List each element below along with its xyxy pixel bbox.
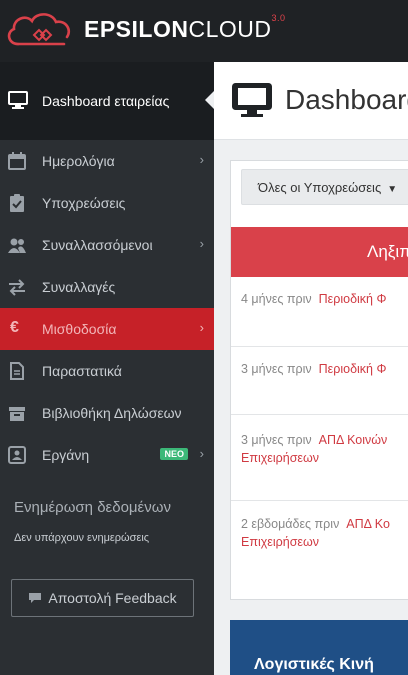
brand-name-bold: EPSILON	[84, 16, 189, 42]
users-icon	[8, 238, 26, 253]
sidebar-item-label: Μισθοδοσία	[42, 321, 117, 337]
page-header: Dashboard	[214, 62, 408, 140]
sidebar-item-label: Παραστατικά	[42, 363, 122, 379]
id-card-icon	[8, 446, 26, 464]
data-update-title: Ενημέρωση δεδομένων	[14, 499, 171, 516]
sidebar-item-transactions[interactable]: Συναλλαγές	[0, 266, 214, 308]
item-time: 3 μήνες πριν	[241, 433, 312, 447]
sidebar-item-declarations-library[interactable]: Βιβλιοθήκη Δηλώσεων	[0, 392, 214, 434]
monitor-icon	[232, 83, 272, 117]
feedback-button-label: Αποστολή Feedback	[48, 590, 177, 606]
panel-title: Λογιστικές Κινή	[254, 656, 374, 673]
document-icon	[10, 362, 24, 380]
item-link[interactable]: ΑΠΔ Κο	[346, 517, 390, 531]
list-item[interactable]: 4 μήνες πριν Περιοδική Φ	[231, 277, 408, 347]
new-badge: ΝΕΟ	[160, 448, 188, 460]
brand-name-regular: CLOUD	[188, 16, 272, 42]
sidebar-item-label: Υποχρεώσεις	[42, 195, 126, 211]
sidebar-item-label: Dashboard εταιρείας	[42, 93, 170, 109]
sidebar-item-calendars[interactable]: Ημερολόγια ›	[0, 140, 214, 182]
item-link[interactable]: Περιοδική Φ	[319, 292, 387, 306]
active-indicator	[205, 91, 214, 109]
item-link[interactable]: Περιοδική Φ	[319, 362, 387, 376]
sidebar-item-dashboard[interactable]: Dashboard εταιρείας	[0, 62, 214, 140]
archive-icon	[9, 407, 25, 421]
item-link-continued[interactable]: Επιχειρήσεων	[241, 451, 319, 465]
chevron-right-icon: ›	[199, 236, 204, 251]
sidebar: Dashboard εταιρείας Ημερολόγια › Υποχρεώ…	[0, 62, 221, 675]
brand-version: 3.0	[271, 13, 286, 23]
panel-header: Ληξιπ	[231, 227, 408, 277]
item-link-continued[interactable]: Επιχειρήσεων	[241, 535, 319, 549]
sidebar-item-ergani[interactable]: Εργάνη ΝΕΟ ›	[0, 434, 214, 476]
chevron-right-icon: ›	[199, 446, 204, 461]
item-time: 3 μήνες πριν	[241, 362, 312, 376]
chevron-right-icon: ›	[199, 152, 204, 167]
sidebar-item-label: Συναλλαγές	[42, 279, 116, 295]
sidebar-item-label: Βιβλιοθήκη Δηλώσεων	[42, 405, 182, 421]
sidebar-item-label: Ημερολόγια	[42, 153, 115, 169]
clipboard-check-icon	[10, 194, 24, 212]
accounting-movements-panel: Λογιστικές Κινή	[230, 620, 408, 675]
feedback-button[interactable]: Αποστολή Feedback	[11, 579, 194, 617]
obligations-filter-select[interactable]: Όλες οι Υποχρεώσεις ▼	[241, 169, 408, 205]
list-item[interactable]: 2 εβδομάδες πριν ΑΠΔ Κο Επιχειρήσεων	[231, 501, 408, 591]
list-item[interactable]: 3 μήνες πριν Περιοδική Φ	[231, 347, 408, 415]
sidebar-item-payroll[interactable]: € Μισθοδοσία ›	[0, 308, 221, 350]
sidebar-item-obligations[interactable]: Υποχρεώσεις	[0, 182, 214, 224]
page-title: Dashboard	[285, 84, 408, 115]
top-bar: EPSILONCLOUD 3.0	[0, 0, 408, 62]
exchange-icon	[9, 279, 25, 296]
item-time: 2 εβδομάδες πριν	[241, 517, 340, 531]
main-content: Dashboard Όλες οι Υποχρεώσεις ▼ Ληξιπ 4 μ…	[214, 62, 408, 675]
sidebar-item-documents[interactable]: Παραστατικά	[0, 350, 214, 392]
brand-name[interactable]: EPSILONCLOUD 3.0	[84, 13, 285, 43]
obligations-panel: Όλες οι Υποχρεώσεις ▼ Ληξιπ 4 μήνες πριν …	[230, 160, 408, 600]
sidebar-nav: Ημερολόγια › Υποχρεώσεις Συναλλασσόμενοι…	[0, 140, 221, 476]
list-item[interactable]: 3 μήνες πριν ΑΠΔ Κοινών Επιχειρήσεων	[231, 415, 408, 501]
euro-icon: €	[10, 319, 19, 336]
filter-selected-value: Όλες οι Υποχρεώσεις	[258, 180, 382, 195]
chevron-right-icon: ›	[199, 320, 204, 335]
cloud-logo-icon[interactable]	[4, 8, 80, 50]
sidebar-item-contacts[interactable]: Συναλλασσόμενοι ›	[0, 224, 214, 266]
comment-icon	[29, 593, 42, 603]
caret-down-icon: ▼	[387, 184, 398, 195]
data-update-status: Δεν υπάρχουν ενημερώσεις	[14, 532, 150, 544]
item-time: 4 μήνες πριν	[241, 292, 312, 306]
sidebar-item-label: Εργάνη	[42, 447, 90, 463]
calendar-icon	[8, 152, 26, 170]
sidebar-item-label: Συναλλασσόμενοι	[42, 237, 153, 253]
item-link[interactable]: ΑΠΔ Κοινών	[319, 433, 388, 447]
monitor-icon	[8, 91, 28, 109]
